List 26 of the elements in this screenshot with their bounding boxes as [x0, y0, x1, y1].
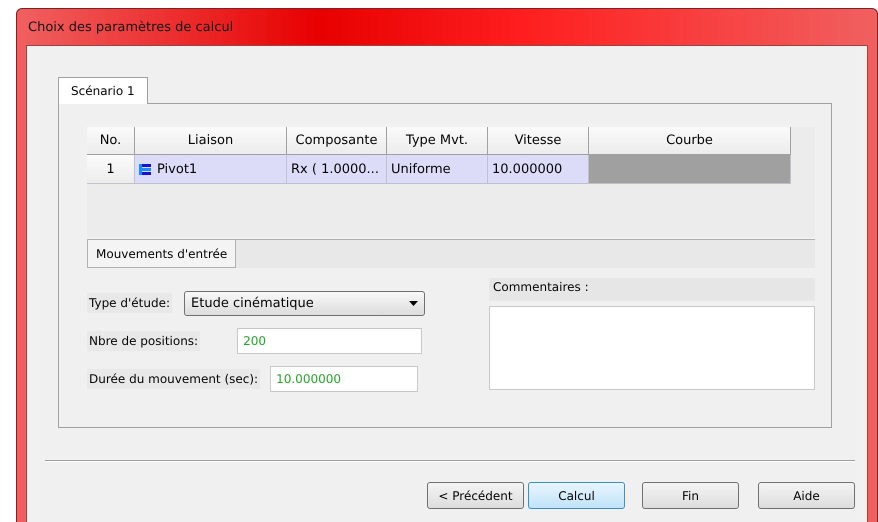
table-cell: Rx ( 1.0000...: [287, 155, 387, 184]
caret-icon: [409, 300, 418, 306]
comments-field[interactable]: [489, 306, 815, 390]
field-label: Type d'étude:: [87, 293, 172, 313]
dialog-button[interactable]: Fin: [642, 482, 739, 509]
dialog-button[interactable]: Calcul: [528, 482, 625, 509]
table-cell: Uniforme: [387, 155, 488, 184]
row-header[interactable]: 1: [87, 155, 135, 184]
table-cell: Pivot1: [135, 155, 287, 184]
column-header[interactable]: Type Mvt.: [387, 127, 488, 155]
joint-icon: [139, 164, 151, 174]
column-header[interactable]: Liaison: [135, 127, 287, 155]
tab[interactable]: Mouvements d'entrée: [87, 240, 236, 268]
comments-label: Commentaires :: [489, 278, 815, 301]
tab[interactable]: Scénario 1: [58, 77, 148, 104]
field-label: Nbre de positions:: [87, 331, 200, 351]
dialog-button[interactable]: Aide: [758, 482, 855, 509]
study-type-dropdown[interactable]: Etude cinématique: [184, 290, 426, 316]
field-label: Durée du mouvement (sec):: [87, 369, 260, 389]
column-header[interactable]: No.: [87, 127, 135, 155]
table-cell: 10.000000: [488, 155, 589, 184]
window-title: Choix des paramètres de calcul: [27, 18, 234, 36]
dialog-button[interactable]: < Précédent: [427, 482, 524, 509]
column-header[interactable]: Vitesse: [488, 127, 589, 155]
column-header[interactable]: Courbe: [589, 127, 791, 155]
column-header[interactable]: Composante: [287, 127, 387, 155]
